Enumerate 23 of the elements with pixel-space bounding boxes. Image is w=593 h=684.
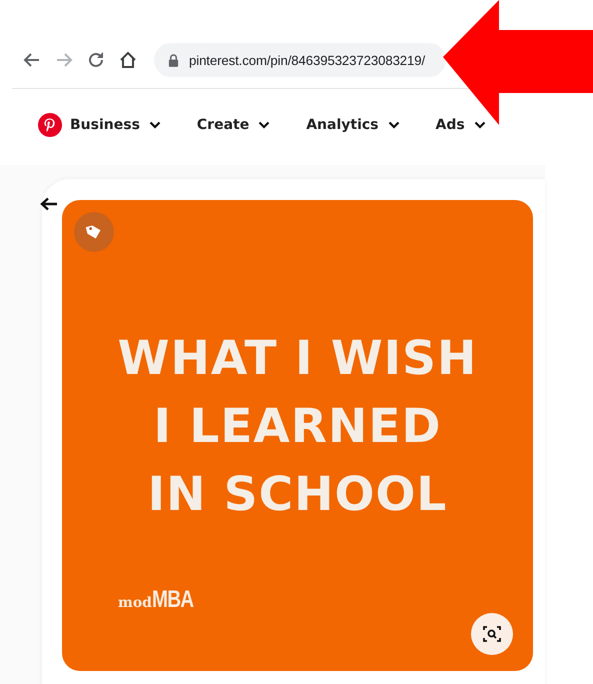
home-icon[interactable] [118,50,138,70]
chevron-down-icon [258,121,270,129]
visual-search-icon [482,624,502,644]
lock-icon [168,54,179,66]
headline-text: I LEARNED [154,398,442,456]
headline-text: IN SCHOOL [148,466,448,524]
nav-menu-item[interactable]: Ads [436,113,486,137]
chevron-down-icon [474,121,486,129]
tag-icon [85,223,103,241]
url-text: pinterest.com/pin/846395323723083219/ [189,52,426,68]
reload-icon[interactable] [86,50,106,70]
nav-menu-item[interactable]: Analytics [306,113,400,137]
headline-text: WHAT I WISH [118,330,478,388]
tag-button[interactable] [74,212,114,252]
pinterest-logo-icon[interactable] [38,113,62,137]
nav-menu-item[interactable]: Business [70,113,161,137]
back-arrow-icon[interactable] [40,197,58,211]
chevron-down-icon [388,121,400,129]
brand-logo: modMBA [118,586,194,614]
address-bar[interactable]: pinterest.com/pin/846395323723083219/ [154,43,446,77]
nav-menu-item[interactable]: Create [196,113,270,137]
chevron-down-icon [148,121,161,129]
visual-search-button[interactable] [471,613,513,655]
